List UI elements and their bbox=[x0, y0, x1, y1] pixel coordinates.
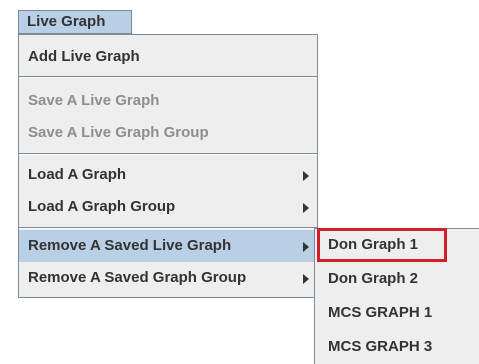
menu-item-label: Load A Graph bbox=[28, 166, 127, 183]
menu-item-label: Load A Graph Group bbox=[28, 198, 176, 215]
menu-live-graph[interactable]: Live Graph bbox=[18, 10, 132, 34]
submenu-arrow-icon bbox=[303, 242, 309, 252]
submenu-item-don-graph-2[interactable]: Don Graph 2 bbox=[315, 263, 479, 295]
menu-item-load-graph-group[interactable]: Load A Graph Group bbox=[19, 191, 317, 223]
menu-separator bbox=[19, 76, 317, 78]
menu-item-save-live-graph[interactable]: Save A Live Graph bbox=[19, 85, 317, 117]
menu-item-remove-saved-graph-group[interactable]: Remove A Saved Graph Group bbox=[19, 262, 317, 294]
highlight-annotation bbox=[317, 228, 447, 262]
menu-item-remove-saved-live-graph[interactable]: Remove A Saved Live Graph bbox=[19, 230, 317, 262]
submenu-arrow-icon bbox=[303, 171, 309, 181]
submenu-arrow-icon bbox=[303, 203, 309, 213]
menu-item-label: Remove A Saved Live Graph bbox=[28, 237, 232, 254]
submenu-item-mcs-graph-3[interactable]: MCS GRAPH 3 bbox=[315, 331, 479, 363]
menu-item-load-graph[interactable]: Load A Graph bbox=[19, 159, 317, 191]
menu-separator bbox=[19, 227, 317, 229]
menu-bar: Live Graph bbox=[0, 0, 479, 34]
menu-item-add-live-graph[interactable]: Add Live Graph bbox=[19, 41, 317, 73]
menu-separator bbox=[19, 153, 317, 155]
menu-item-save-live-graph-group[interactable]: Save A Live Graph Group bbox=[19, 117, 317, 149]
live-graph-dropdown: Add Live Graph Save A Live Graph Save A … bbox=[18, 34, 318, 298]
submenu-arrow-icon bbox=[303, 274, 309, 284]
menu-item-label: Remove A Saved Graph Group bbox=[28, 269, 247, 286]
submenu-item-mcs-graph-1[interactable]: MCS GRAPH 1 bbox=[315, 297, 479, 329]
